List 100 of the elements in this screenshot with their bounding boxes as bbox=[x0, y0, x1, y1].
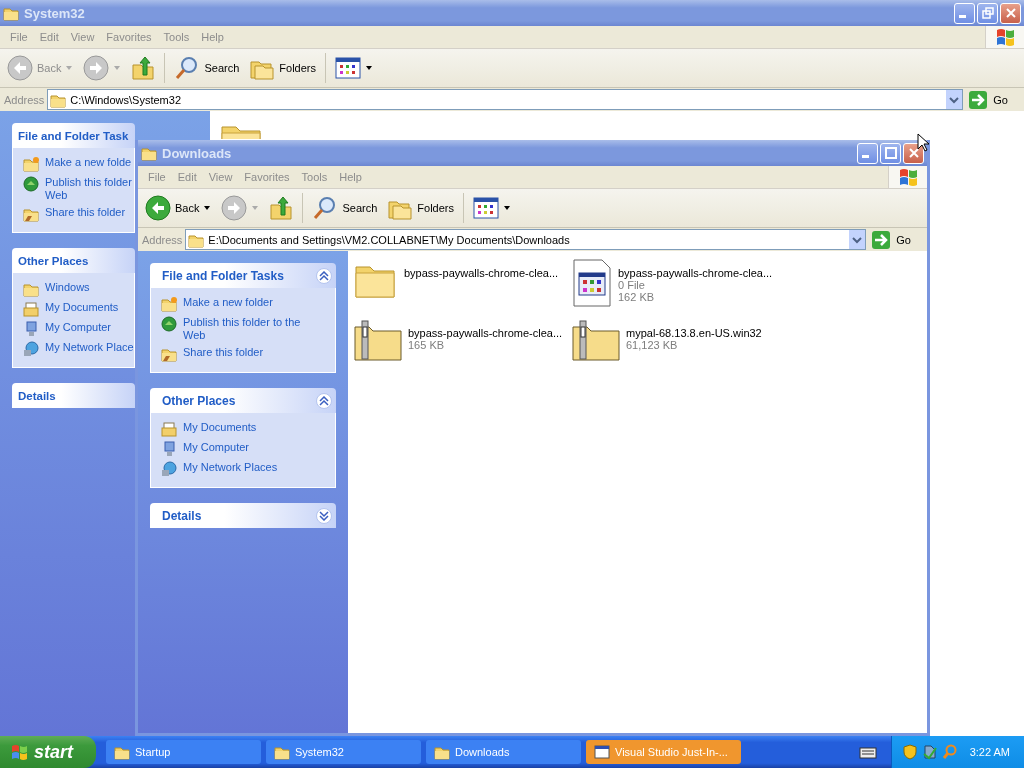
task-link[interactable]: My Computer bbox=[45, 321, 112, 334]
minimize-button[interactable] bbox=[857, 142, 878, 164]
caret-icon bbox=[365, 65, 373, 71]
panel-header[interactable]: Other Places bbox=[150, 388, 336, 413]
menu-item[interactable]: Tools bbox=[157, 31, 196, 43]
panel-header[interactable]: Other Places bbox=[12, 248, 135, 273]
close-icon bbox=[907, 147, 920, 159]
folder-icon bbox=[114, 744, 130, 760]
address-label: Address bbox=[4, 93, 45, 106]
zip-folder-icon bbox=[572, 319, 620, 361]
close-button[interactable] bbox=[1000, 2, 1021, 24]
minimize-button[interactable] bbox=[954, 2, 975, 24]
dropdown-button[interactable] bbox=[849, 230, 866, 249]
up-folder-icon bbox=[131, 55, 156, 81]
task-link[interactable]: Share this folder bbox=[183, 346, 264, 359]
document-icon bbox=[572, 259, 612, 307]
folder-icon bbox=[3, 5, 19, 21]
zip-folder-icon bbox=[354, 319, 402, 361]
file-name[interactable]: bypass-paywalls-chrome-clea... bbox=[404, 267, 559, 279]
file-name[interactable]: bypass-paywalls-chrome-clea... bbox=[408, 327, 563, 339]
flag-logo-icon bbox=[10, 743, 30, 761]
menu-item[interactable]: Favorites bbox=[100, 31, 158, 43]
address-label: Address bbox=[142, 233, 183, 246]
task-link[interactable]: Make a new folde bbox=[45, 156, 132, 169]
task-link[interactable]: Publish this folder bbox=[45, 176, 132, 189]
task-link[interactable]: My Computer bbox=[183, 441, 250, 454]
file-detail: 0 File bbox=[618, 279, 646, 291]
task-link[interactable]: Make a new folder bbox=[183, 296, 273, 309]
close-icon bbox=[1004, 7, 1017, 19]
folders-button[interactable]: Folders bbox=[384, 193, 457, 223]
keyboard-icon bbox=[858, 745, 877, 759]
globe-icon bbox=[23, 176, 39, 192]
menu-item[interactable]: Tools bbox=[295, 171, 334, 183]
back-button[interactable]: Back bbox=[142, 193, 215, 223]
go-button[interactable]: Go bbox=[966, 88, 1024, 111]
shared-folder-icon bbox=[161, 346, 177, 362]
clock: 3:22 AM bbox=[969, 746, 1010, 758]
menu-item[interactable]: Edit bbox=[171, 171, 203, 183]
collapse-button[interactable] bbox=[316, 267, 332, 284]
chevron-down-icon bbox=[852, 235, 863, 244]
chevron-up-icon bbox=[319, 270, 329, 281]
panel-header[interactable]: File and Folder Tasks bbox=[150, 263, 336, 288]
task-link[interactable]: My Documents bbox=[45, 301, 119, 314]
shared-folder-icon bbox=[23, 206, 39, 222]
task-link[interactable]: Share this folder bbox=[45, 206, 126, 219]
folder-icon bbox=[274, 744, 290, 760]
task-link[interactable]: My Network Place bbox=[45, 341, 134, 354]
folder-icon bbox=[141, 145, 157, 161]
menu-item[interactable]: View bbox=[202, 171, 239, 183]
panel-header[interactable]: File and Folder Task bbox=[12, 123, 135, 148]
flag-logo-icon bbox=[994, 27, 1016, 47]
menu-item[interactable]: Edit bbox=[33, 31, 65, 43]
panel-header[interactable]: Details bbox=[12, 383, 135, 408]
file-detail: 61,123 KB bbox=[626, 339, 679, 351]
new-folder-icon bbox=[161, 296, 177, 312]
menu-item[interactable]: Help bbox=[195, 31, 230, 43]
task-link[interactable]: Web bbox=[45, 189, 132, 202]
taskbar-button[interactable]: Downloads bbox=[426, 740, 581, 764]
globe-icon bbox=[161, 316, 177, 332]
caret-icon bbox=[503, 205, 511, 211]
search-button[interactable]: Search bbox=[171, 53, 243, 83]
expand-button[interactable] bbox=[316, 507, 332, 524]
search-button[interactable]: Search bbox=[309, 193, 381, 223]
menu-item[interactable]: File bbox=[142, 171, 172, 183]
restore-button[interactable] bbox=[977, 2, 998, 24]
menu-item[interactable]: Help bbox=[333, 171, 368, 183]
collapse-button[interactable] bbox=[316, 392, 332, 409]
magnifier-icon bbox=[941, 744, 958, 760]
address-field[interactable]: C:\Windows\System32 bbox=[47, 89, 964, 110]
computer-icon bbox=[23, 321, 39, 337]
folders-button[interactable]: Folders bbox=[246, 53, 319, 83]
folder-icon bbox=[434, 744, 450, 760]
computer-icon bbox=[161, 441, 177, 457]
caret-icon bbox=[113, 65, 122, 71]
menu-item[interactable]: File bbox=[4, 31, 34, 43]
restore-icon bbox=[981, 7, 994, 19]
dropdown-button[interactable] bbox=[946, 90, 963, 109]
chevron-up-icon bbox=[319, 395, 329, 406]
window-icon bbox=[594, 744, 610, 760]
file-detail: 165 KB bbox=[408, 339, 446, 351]
go-button[interactable]: Go bbox=[869, 228, 927, 251]
taskbar-button[interactable]: System32 bbox=[266, 740, 421, 764]
panel-header[interactable]: Details bbox=[150, 503, 336, 528]
file-name[interactable]: bypass-paywalls-chrome-clea... bbox=[618, 267, 773, 279]
maximize-button[interactable] bbox=[880, 142, 901, 164]
task-link[interactable]: My Documents bbox=[183, 421, 257, 434]
documents-icon bbox=[161, 421, 177, 437]
network-icon bbox=[161, 461, 177, 477]
cursor-icon bbox=[917, 133, 929, 152]
address-field[interactable]: E:\Documents and Settings\VM2.COLLABNET\My Documents\Downloads bbox=[185, 229, 867, 250]
taskbar-button[interactable]: Startup bbox=[106, 740, 261, 764]
file-name[interactable]: mypal-68.13.8.en-US.win32 bbox=[626, 327, 762, 339]
minimize-icon bbox=[959, 15, 966, 18]
task-link[interactable]: Windows bbox=[45, 281, 90, 294]
network-icon bbox=[23, 341, 39, 357]
menu-item[interactable]: View bbox=[64, 31, 101, 43]
task-link[interactable]: Publish this folder to the Web bbox=[183, 316, 323, 342]
menu-item[interactable]: Favorites bbox=[238, 171, 296, 183]
task-link[interactable]: My Network Places bbox=[183, 461, 278, 474]
start-button[interactable]: start bbox=[0, 736, 96, 768]
